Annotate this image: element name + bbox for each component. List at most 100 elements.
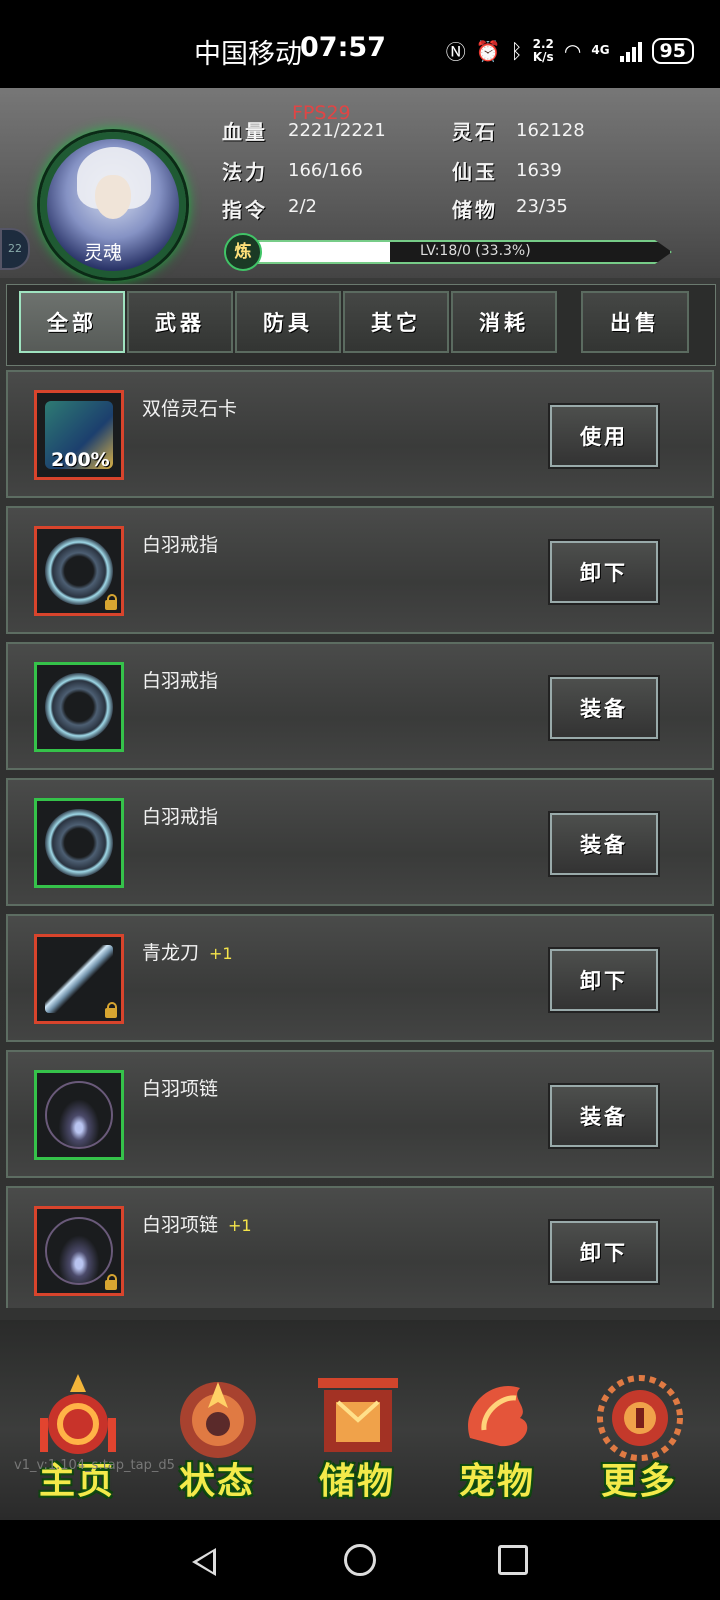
ring-icon [45,809,113,877]
item-slot[interactable] [34,934,124,1024]
equip-button[interactable]: 装备 [548,1083,660,1149]
ring-icon [45,537,113,605]
list-item: 白羽戒指 装备 [6,642,714,770]
nav-home[interactable]: 主页 [12,1360,142,1510]
nav-storage[interactable]: 储物 [292,1360,422,1510]
sell-button[interactable]: 出售 [581,291,689,353]
tab-all[interactable]: 全部 [19,291,125,353]
spirit-stone-label: 灵石 [452,120,498,144]
item-name-text: 白羽项链 [142,1078,219,1100]
unequip-button[interactable]: 卸下 [548,947,660,1013]
list-item: 200% 双倍灵石卡 使用 [6,370,714,498]
xp-track: LV:18/0 (33.3%) [248,240,672,264]
experience-bar: 炼 LV:18/0 (33.3%) [224,233,684,271]
storage-label: 储物 [452,198,498,222]
xp-text: LV:18/0 (33.3%) [420,243,531,259]
tab-armor[interactable]: 防具 [235,291,341,353]
more-icon [597,1375,683,1461]
side-level-bubble[interactable]: 22 [0,228,30,270]
item-name: 白羽项链 [142,1074,218,1101]
back-icon[interactable] [192,1548,216,1576]
home-circle-icon[interactable] [344,1544,376,1576]
character-label: 灵魂 [84,242,123,264]
list-item: 白羽戒指 卸下 [6,506,714,634]
refine-badge: 炼 [224,233,262,271]
tab-other[interactable]: 其它 [343,291,449,353]
lock-icon [105,1274,117,1290]
nav-pet-label: 宠物 [458,1461,535,1502]
mp-value: 166/166 [288,160,363,181]
game-screen: 灵魂 22 FPS29 血量 2221/2221 法力 166/166 指令 2… [0,88,720,1520]
necklace-icon [45,1081,113,1149]
status-bar: 中国移动 07:57 Ⓝ ⏰ ᛒ 2.2 K/s ◠ 4G 95 [0,0,720,88]
enhance-level: +1 [228,1216,252,1235]
item-name: 白羽项链 +1 [142,1210,252,1237]
item-name: 白羽戒指 [142,530,218,557]
necklace-icon [45,1217,113,1285]
command-value: 2/2 [288,196,317,217]
storage-value: 23/35 [516,196,568,217]
nav-more-label: 更多 [600,1461,677,1502]
item-name: 白羽戒指 [142,802,218,829]
tab-consumable[interactable]: 消耗 [451,291,557,353]
category-tabs: 全部 武器 防具 其它 消耗 出售 [6,284,716,366]
status-icon [180,1382,256,1458]
mp-label: 法力 [222,160,268,184]
jade-label: 仙玉 [452,160,498,184]
list-item: 白羽项链 装备 [6,1050,714,1178]
list-item: 青龙刀 +1 卸下 [6,914,714,1042]
item-name-text: 双倍灵石卡 [142,398,238,420]
system-nav-bar [0,1520,720,1600]
item-slot[interactable] [34,1070,124,1160]
xp-fill [250,242,390,262]
status-icons: Ⓝ ⏰ ᛒ 2.2 K/s ◠ 4G 95 [446,36,694,65]
item-badge: 200% [51,449,110,471]
equip-button[interactable]: 装备 [548,675,660,741]
item-name: 双倍灵石卡 [142,394,237,421]
item-list[interactable]: 200% 双倍灵石卡 使用 白羽戒指 卸下 白羽戒指 装备 白羽戒指 装备 青龙… [6,370,714,1308]
enhance-level: +1 [209,944,233,963]
nfc-icon: Ⓝ [445,40,466,64]
bottom-nav: 主页 状态 储物 宠物 更多 [0,1320,720,1520]
net-speed-value: 2.2 [532,36,554,51]
list-item: 白羽项链 +1 卸下 [6,1186,714,1308]
home-icon [40,1374,116,1454]
hp-value: 2221/2221 [288,120,386,141]
item-name-text: 白羽项链 [142,1214,219,1236]
item-slot[interactable] [34,1206,124,1296]
item-slot[interactable] [34,526,124,616]
equip-button[interactable]: 装备 [548,811,660,877]
ring-icon [45,673,113,741]
bluetooth-icon: ᛒ [510,38,523,63]
clock: 07:57 [300,32,386,63]
avatar-face [95,175,131,219]
item-name: 青龙刀 +1 [142,938,233,965]
item-name: 白羽戒指 [142,666,218,693]
nav-pet[interactable]: 宠物 [432,1360,562,1510]
item-slot[interactable]: 200% [34,390,124,480]
command-label: 指令 [222,198,268,222]
network-type: 4G [591,43,610,57]
hp-label: 血量 [222,120,268,144]
character-header: 灵魂 22 FPS29 血量 2221/2221 法力 166/166 指令 2… [0,88,720,278]
item-name-text: 青龙刀 [142,942,200,964]
list-item: 白羽戒指 装备 [6,778,714,906]
recent-apps-icon[interactable] [498,1545,528,1575]
use-button[interactable]: 使用 [548,403,660,469]
spirit-stone-value: 162128 [516,120,585,141]
item-slot[interactable] [34,662,124,752]
unequip-button[interactable]: 卸下 [548,539,660,605]
net-speed: 2.2 K/s [532,36,554,64]
net-speed-unit: K/s [532,49,554,64]
item-name-text: 白羽戒指 [142,670,219,692]
version-text: v1_v:1.104_s:tap_tap_d5 [14,1458,175,1473]
tab-weapon[interactable]: 武器 [127,291,233,353]
unequip-button[interactable]: 卸下 [548,1219,660,1285]
item-slot[interactable] [34,798,124,888]
nav-more[interactable]: 更多 [574,1360,704,1510]
carrier-name: 中国移动 [194,39,302,70]
nav-status[interactable]: 状态 [152,1360,282,1510]
item-name-text: 白羽戒指 [142,806,219,828]
alarm-icon: ⏰ [475,38,501,63]
wifi-icon: ◠ [563,38,582,63]
